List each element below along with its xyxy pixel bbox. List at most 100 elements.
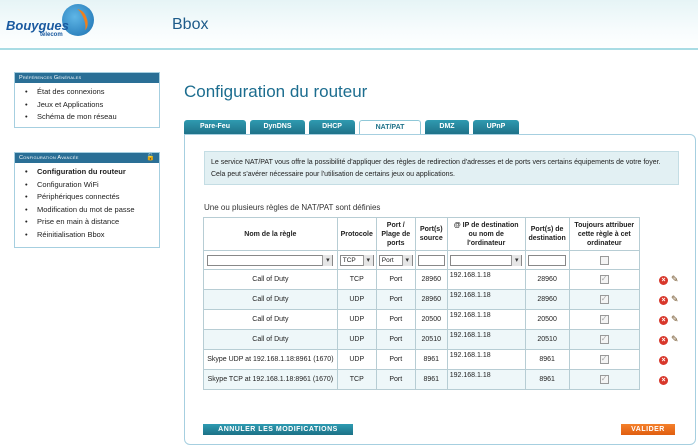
sidebar-item-jeux[interactable]: Jeux et Applications: [25, 99, 159, 112]
rule-ip: 192.168.1.18: [446, 269, 526, 290]
rule-source: 28960: [414, 289, 448, 310]
tab-dhcp[interactable]: DHCP: [309, 120, 355, 134]
nat-pat-panel: Le service NAT/PAT vous offre la possibi…: [184, 134, 696, 445]
sidebar-item-routeur[interactable]: Configuration du routeur: [25, 166, 159, 179]
sidebar-advanced-header: Configuration Avancée 🔓: [15, 153, 159, 163]
sidebar-item-peripheriques[interactable]: Périphériques connectés: [25, 191, 159, 204]
sidebar-item-schema[interactable]: Schéma de mon réseau: [25, 111, 159, 124]
rule-always-checkbox: [599, 294, 609, 304]
edit-pencil-icon[interactable]: ✎: [671, 294, 679, 305]
rule-ip: 192.168.1.18: [446, 309, 526, 330]
rule-dest: 8961: [524, 369, 570, 390]
rules-table: Nom de la règle Protocole Port / Plage d…: [203, 217, 641, 390]
rule-dest: 28960: [524, 289, 570, 310]
rule-source: 28960: [414, 269, 448, 290]
row-actions: × ✎: [645, 271, 679, 291]
sidebar-general-title: Préférences Générales: [15, 73, 159, 83]
destination-ip-select[interactable]: [450, 254, 523, 266]
rule-name: Call of Duty: [203, 269, 338, 290]
table-row: Skype UDP at 192.168.1.18:8961 (1670) UD…: [203, 349, 641, 370]
table-row: Skype TCP at 192.168.1.18:8961 (1670) TC…: [203, 369, 641, 390]
table-row: Call of Duty UDP Port 20500 192.168.1.18…: [203, 309, 641, 330]
delete-icon[interactable]: ×: [659, 356, 668, 365]
brand-name: Bouygues: [6, 18, 69, 33]
rule-name: Call of Duty: [203, 289, 338, 310]
sidebar-item-mot-de-passe[interactable]: Modification du mot de passe: [25, 204, 159, 217]
rule-dest: 20510: [524, 329, 570, 350]
rule-mode: Port: [375, 369, 416, 390]
rules-title: Une ou plusieurs règles de NAT/PAT sont …: [204, 203, 381, 212]
col-header-protocol: Protocole: [336, 217, 377, 251]
rule-protocol: UDP: [336, 329, 377, 350]
col-header-port-mode: Port / Plage de ports: [375, 217, 416, 251]
sidebar-item-connexions[interactable]: État des connexions: [25, 86, 159, 99]
delete-icon[interactable]: ×: [659, 276, 668, 285]
sidebar-general: Préférences Générales État des connexion…: [14, 72, 160, 128]
cancel-changes-button[interactable]: ANNULER LES MODIFICATIONS: [203, 424, 353, 435]
tab-dmz[interactable]: DMZ: [425, 120, 469, 134]
edit-pencil-icon[interactable]: ✎: [671, 334, 679, 345]
destination-port-input[interactable]: [528, 254, 567, 266]
validate-button[interactable]: VALIDER: [621, 424, 675, 435]
row-actions: × ✎: [645, 331, 679, 351]
new-rule-row: TCP Port: [203, 250, 641, 270]
delete-icon[interactable]: ×: [659, 336, 668, 345]
rule-dest: 28960: [524, 269, 570, 290]
col-header-source: Port(s) source: [414, 217, 448, 251]
delete-icon[interactable]: ×: [659, 376, 668, 385]
rule-dest: 8961: [524, 349, 570, 370]
col-header-dest: Port(s) de destination: [524, 217, 570, 251]
sidebar-item-wifi[interactable]: Configuration WiFi: [25, 179, 159, 192]
delete-icon[interactable]: ×: [659, 296, 668, 305]
rule-name-select[interactable]: [207, 254, 334, 266]
rule-always-checkbox: [599, 314, 609, 324]
tab-nat-pat[interactable]: NAT/PAT: [359, 120, 421, 135]
sidebar-item-distance[interactable]: Prise en main à distance: [25, 216, 159, 229]
protocol-select[interactable]: TCP: [339, 254, 374, 266]
table-row: Call of Duty UDP Port 20510 192.168.1.18…: [203, 329, 641, 350]
rule-source: 8961: [414, 349, 448, 370]
col-header-ip: @ IP de destination ou nom de l'ordinate…: [446, 217, 526, 251]
rule-name: Skype TCP at 192.168.1.18:8961 (1670): [203, 369, 338, 390]
tab-upnp[interactable]: UPnP: [473, 120, 519, 134]
row-actions: × ✎: [645, 311, 679, 331]
page-title: Configuration du routeur: [184, 82, 368, 101]
tab-pare-feu[interactable]: Pare-Feu: [184, 120, 246, 134]
edit-pencil-icon[interactable]: ✎: [671, 274, 679, 285]
app-title: Bbox: [172, 16, 209, 33]
always-assign-checkbox[interactable]: [599, 255, 609, 265]
rule-mode: Port: [375, 289, 416, 310]
lock-icon: 🔓: [146, 154, 155, 161]
col-header-name: Nom de la règle: [203, 217, 338, 251]
brand-sub: telecom: [40, 32, 63, 38]
col-header-always: Toujours attribuer cette règle à cet ord…: [568, 217, 641, 251]
sidebar-advanced: Configuration Avancée 🔓 Configuration du…: [14, 152, 160, 248]
tab-dyndns[interactable]: DynDNS: [250, 120, 305, 134]
port-mode-select[interactable]: Port: [378, 254, 413, 266]
table-row: Call of Duty TCP Port 28960 192.168.1.18…: [203, 269, 641, 290]
table-row: Call of Duty UDP Port 28960 192.168.1.18…: [203, 289, 641, 310]
rule-always-checkbox: [599, 374, 609, 384]
rule-source: 20500: [414, 309, 448, 330]
row-actions: ×: [645, 371, 675, 391]
rule-ip: 192.168.1.18: [446, 369, 526, 390]
rule-always-checkbox: [599, 354, 609, 364]
rule-name: Call of Duty: [203, 329, 338, 350]
edit-pencil-icon[interactable]: ✎: [671, 314, 679, 325]
row-actions: × ✎: [645, 291, 679, 311]
rule-mode: Port: [375, 309, 416, 330]
info-box: Le service NAT/PAT vous offre la possibi…: [204, 151, 679, 185]
rule-protocol: TCP: [336, 269, 377, 290]
delete-icon[interactable]: ×: [659, 316, 668, 325]
source-port-input[interactable]: [417, 254, 445, 266]
rule-mode: Port: [375, 269, 416, 290]
rule-always-checkbox: [599, 334, 609, 344]
rule-ip: 192.168.1.18: [446, 329, 526, 350]
rule-protocol: UDP: [336, 289, 377, 310]
sidebar-item-reinit[interactable]: Réinitialisation Bbox: [25, 229, 159, 242]
rule-source: 8961: [414, 369, 448, 390]
rule-name: Skype UDP at 192.168.1.18:8961 (1670): [203, 349, 338, 370]
header: Bouygues telecom Bbox: [0, 0, 698, 50]
sidebar-advanced-title: Configuration Avancée: [19, 155, 79, 161]
rule-mode: Port: [375, 329, 416, 350]
